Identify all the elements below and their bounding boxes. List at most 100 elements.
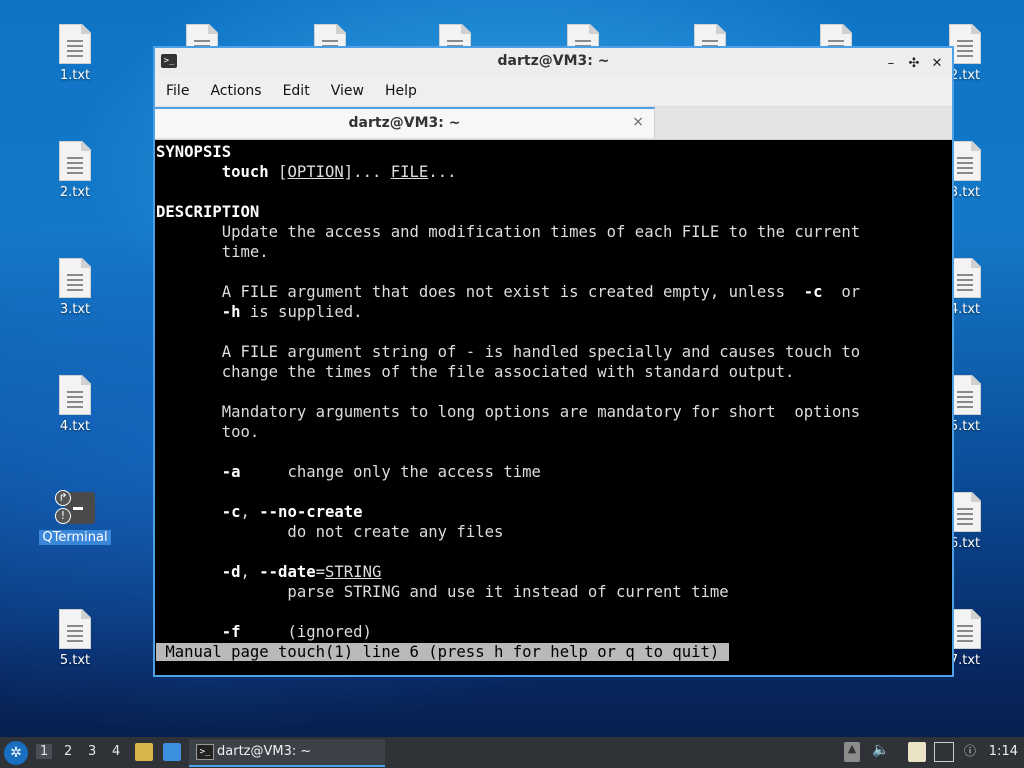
text-file-icon	[59, 141, 91, 181]
terminal-text: =	[315, 563, 326, 581]
maximize-button[interactable]: ✣	[905, 56, 923, 71]
tab-close-icon[interactable]: ×	[632, 114, 644, 130]
terminal-text: -c	[221, 503, 241, 521]
menu-edit[interactable]: Edit	[272, 76, 320, 99]
terminal-text: touch	[221, 163, 269, 181]
terminal-text: --no-create	[259, 503, 363, 521]
menu-bar: File Actions Edit View Help	[155, 76, 952, 107]
desktop-file-icon[interactable]: 3.txt	[35, 258, 115, 317]
file-manager-icon[interactable]	[135, 743, 153, 761]
terminal-text: -h	[221, 303, 241, 321]
terminal-text: -f	[221, 623, 241, 641]
close-button[interactable]: ✕	[928, 56, 946, 71]
taskbar-task-title: dartz@VM3: ~	[217, 744, 312, 759]
minimize-button[interactable]: –	[882, 56, 900, 71]
terminal-line: Manual page touch(1) line 6 (press h for…	[156, 642, 729, 662]
workspace-4[interactable]: 4	[112, 744, 120, 759]
desktop-qterminal-label: QTerminal	[39, 530, 111, 545]
terminal-tab[interactable]: dartz@VM3: ~ ×	[155, 107, 655, 138]
terminal-text: ,	[240, 503, 260, 521]
terminal-text: STRING	[325, 563, 382, 581]
terminal-text: Mandatory arguments to long options are …	[156, 403, 861, 421]
terminal-text: -c	[803, 283, 823, 301]
terminal-text: OPTION	[287, 163, 344, 181]
terminal-line: -f (ignored)	[156, 622, 372, 642]
terminal-text: -a	[221, 463, 241, 481]
notification-icon[interactable]: ⓘ	[961, 742, 979, 762]
window-titlebar[interactable]: >_ dartz@VM3: ~ – ✣ ✕	[155, 48, 952, 76]
terminal-line: too.	[156, 422, 260, 442]
terminal-line: A FILE argument that does not exist is c…	[156, 282, 860, 302]
volume-icon[interactable]: 🔈	[872, 742, 890, 762]
terminal-text: parse STRING and use it instead of curre…	[156, 583, 729, 601]
show-desktop-icon[interactable]	[163, 743, 181, 761]
desktop-file-icon[interactable]: 2.txt	[35, 141, 115, 200]
menu-actions[interactable]: Actions	[199, 76, 271, 99]
text-file-icon	[59, 609, 91, 649]
workspace-2[interactable]: 2	[64, 744, 72, 759]
terminal-task-icon: >_	[196, 744, 214, 760]
terminal-text: FILE	[390, 163, 429, 181]
terminal-text: too.	[156, 423, 260, 441]
terminal-line: -d, --date=STRING	[156, 562, 382, 582]
text-file-icon	[59, 258, 91, 298]
text-file-icon	[59, 375, 91, 415]
terminal-text: ,	[240, 563, 260, 581]
desktop-file-label: 4.txt	[59, 419, 91, 434]
taskbar-terminal-button[interactable]: >_ dartz@VM3: ~	[189, 739, 385, 767]
terminal-line: -c, --no-create	[156, 502, 363, 522]
qterminal-icon: ↱ !	[55, 490, 95, 526]
terminal-text: change the times of the file associated …	[156, 363, 795, 381]
terminal-text: -d	[221, 563, 241, 581]
terminal-line: do not create any files	[156, 522, 503, 542]
terminal-text: Update the access and modification times…	[156, 223, 861, 241]
terminal-text: SYNOPSIS	[156, 143, 232, 161]
desktop-qterminal-shortcut[interactable]: ↱ ! QTerminal	[35, 490, 115, 545]
tab-bar: dartz@VM3: ~ ×	[155, 107, 952, 140]
terminal-line: -h is supplied.	[156, 302, 363, 322]
terminal-text: DESCRIPTION	[156, 203, 260, 221]
terminal-text: ...	[428, 163, 457, 181]
terminal-window[interactable]: >_ dartz@VM3: ~ – ✣ ✕ File Actions Edit Vie…	[153, 46, 954, 677]
terminal-text: is supplied.	[240, 303, 363, 321]
clock[interactable]: 1:14	[989, 744, 1018, 759]
terminal-text: time.	[156, 243, 269, 261]
terminal-line: SYNOPSIS	[156, 142, 231, 162]
network-icon[interactable]	[934, 742, 954, 762]
start-menu-icon[interactable]: ✲	[4, 741, 28, 765]
pager-status-bar: Manual page touch(1) line 6 (press h for…	[156, 643, 729, 661]
desktop-file-icon[interactable]: 1.txt	[35, 24, 115, 83]
terminal-line: time.	[156, 242, 269, 262]
desktop-file-label: 5.txt	[59, 653, 91, 668]
terminal-text: A FILE argument that does not exist is c…	[156, 283, 804, 301]
window-title: dartz@VM3: ~	[497, 53, 610, 69]
terminal-text: ]...	[343, 163, 391, 181]
desktop-file-label: 3.txt	[59, 302, 91, 317]
desktop-file-icon[interactable]: 4.txt	[35, 375, 115, 434]
terminal-text: or	[822, 283, 861, 301]
desktop-file-label: 1.txt	[59, 68, 91, 83]
menu-help[interactable]: Help	[374, 76, 427, 99]
terminal-line: Update the access and modification times…	[156, 222, 860, 242]
terminal-line: A FILE argument string of - is handled s…	[156, 342, 860, 362]
terminal-text: do not create any files	[156, 523, 504, 541]
desktop-file-icon[interactable]: 5.txt	[35, 609, 115, 668]
terminal-output[interactable]: SYNOPSIS touch [OPTION]... FILE... DESCRI…	[155, 140, 952, 675]
clipboard-icon[interactable]	[908, 742, 926, 762]
tab-title: dartz@VM3: ~	[348, 115, 461, 131]
menu-view[interactable]: View	[320, 76, 374, 99]
tray-up-arrow-icon[interactable]: ▲	[844, 742, 860, 762]
terminal-line: change the times of the file associated …	[156, 362, 795, 382]
taskbar: ✲ 1 2 3 4 >_ dartz@VM3: ~ ▲ 🔈 ⓘ 1:14	[0, 737, 1024, 768]
menu-file[interactable]: File	[155, 76, 199, 99]
workspace-1[interactable]: 1	[36, 744, 53, 759]
terminal-text: --date	[259, 563, 316, 581]
workspace-3[interactable]: 3	[88, 744, 96, 759]
terminal-text: [	[268, 163, 288, 181]
